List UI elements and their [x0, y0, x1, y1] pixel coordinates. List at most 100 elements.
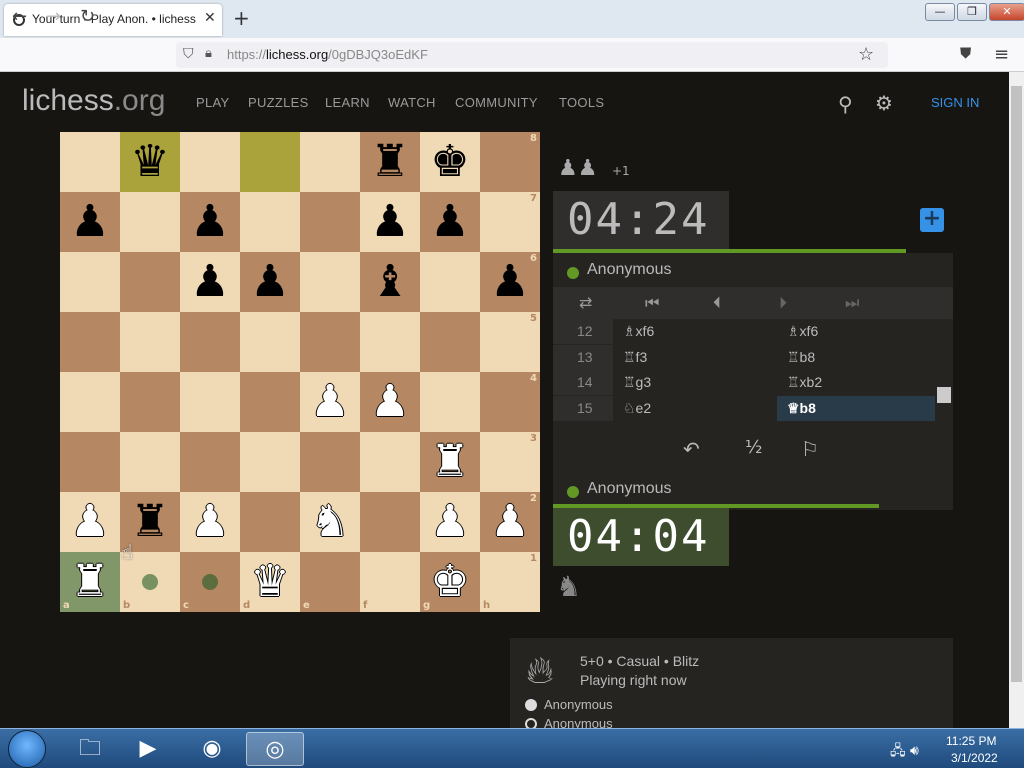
- menu-play[interactable]: PLAY: [196, 95, 229, 110]
- square-e3[interactable]: [300, 432, 360, 492]
- menu-watch[interactable]: WATCH: [388, 95, 436, 110]
- square-d3[interactable]: [240, 432, 300, 492]
- square-b6[interactable]: [120, 252, 180, 312]
- menu-community[interactable]: COMMUNITY: [455, 95, 538, 110]
- square-e4[interactable]: ♟: [300, 372, 360, 432]
- sign-in-link[interactable]: SIGN IN: [931, 95, 979, 110]
- url-text[interactable]: https://lichess.org/0gDBJQ3oEdKF: [227, 47, 428, 62]
- hamburger-menu-icon[interactable]: ≡: [994, 44, 1009, 65]
- last-move-icon[interactable]: ⏭: [845, 293, 859, 313]
- close-tab-icon[interactable]: ✕: [204, 10, 216, 26]
- square-g1[interactable]: ♚ g: [420, 552, 480, 612]
- square-d8[interactable]: [240, 132, 300, 192]
- square-h2[interactable]: ♟ 2: [480, 492, 540, 552]
- square-h4[interactable]: 4: [480, 372, 540, 432]
- prev-move-icon[interactable]: ⏴: [713, 293, 721, 313]
- square-h5[interactable]: 5: [480, 312, 540, 372]
- square-d1[interactable]: ♛ d: [240, 552, 300, 612]
- page-scroll-thumb[interactable]: [1011, 86, 1022, 682]
- square-f8[interactable]: ♜: [360, 132, 420, 192]
- resign-flag-icon[interactable]: ⚐: [801, 437, 819, 461]
- square-c1[interactable]: c: [180, 552, 240, 612]
- taskbar-time[interactable]: 11:25 PM: [946, 734, 996, 748]
- black-move[interactable]: ♕b8: [777, 395, 935, 421]
- black-rook-icon[interactable]: ♜: [370, 140, 409, 184]
- square-h7[interactable]: 7: [480, 192, 540, 252]
- square-f5[interactable]: [360, 312, 420, 372]
- square-d2[interactable]: [240, 492, 300, 552]
- pocket-icon[interactable]: ⛊: [960, 44, 971, 62]
- menu-learn[interactable]: LEARN: [325, 95, 370, 110]
- black-pawn-icon[interactable]: ♟: [190, 200, 229, 244]
- reload-icon[interactable]: ↻: [80, 6, 95, 27]
- black-move[interactable]: ♗xf6: [777, 319, 935, 344]
- next-move-icon[interactable]: ⏵: [779, 293, 787, 313]
- move-list-scroll-thumb[interactable]: [937, 387, 951, 403]
- square-g5[interactable]: [420, 312, 480, 372]
- square-g7[interactable]: ♟: [420, 192, 480, 252]
- square-a8[interactable]: [60, 132, 120, 192]
- taskbar-date[interactable]: 3/1/2022: [951, 751, 998, 765]
- black-pawn-icon[interactable]: ♟: [430, 200, 469, 244]
- square-c3[interactable]: [180, 432, 240, 492]
- square-b7[interactable]: [120, 192, 180, 252]
- white-rook-icon[interactable]: ♜: [430, 440, 469, 484]
- offer-draw-button[interactable]: ½: [745, 437, 762, 458]
- move-list-scrollbar[interactable]: [935, 321, 953, 419]
- flip-board-icon[interactable]: ⇄: [579, 293, 592, 312]
- chrome-icon[interactable]: ◉: [186, 732, 238, 766]
- square-f4[interactable]: ♟: [360, 372, 420, 432]
- square-e5[interactable]: [300, 312, 360, 372]
- white-player-name[interactable]: Anonymous: [544, 697, 613, 712]
- maximize-button[interactable]: ❐: [957, 3, 987, 21]
- square-g8[interactable]: ♚: [420, 132, 480, 192]
- square-c6[interactable]: ♟: [180, 252, 240, 312]
- back-arrow-icon[interactable]: ←: [12, 6, 27, 27]
- square-e8[interactable]: [300, 132, 360, 192]
- square-d7[interactable]: [240, 192, 300, 252]
- move-hint-dot[interactable]: [202, 574, 218, 590]
- square-b5[interactable]: [120, 312, 180, 372]
- black-pawn-icon[interactable]: ♟: [70, 200, 109, 244]
- square-a1[interactable]: ♜ a: [60, 552, 120, 612]
- square-c4[interactable]: [180, 372, 240, 432]
- takeback-icon[interactable]: ↶: [683, 437, 700, 461]
- square-b8[interactable]: ♛: [120, 132, 180, 192]
- black-rook-icon[interactable]: ♜: [130, 500, 169, 544]
- new-tab-button[interactable]: +: [233, 6, 250, 30]
- square-g4[interactable]: [420, 372, 480, 432]
- square-c2[interactable]: ♟: [180, 492, 240, 552]
- square-a2[interactable]: ♟: [60, 492, 120, 552]
- white-pawn-icon[interactable]: ♟: [370, 380, 409, 424]
- square-b3[interactable]: [120, 432, 180, 492]
- white-move[interactable]: ♖f3: [623, 345, 647, 370]
- square-e1[interactable]: e: [300, 552, 360, 612]
- white-king-icon[interactable]: ♚: [430, 560, 469, 604]
- square-a5[interactable]: [60, 312, 120, 372]
- white-rook-icon[interactable]: ♜: [70, 560, 109, 604]
- square-a7[interactable]: ♟: [60, 192, 120, 252]
- square-f3[interactable]: [360, 432, 420, 492]
- white-queen-icon[interactable]: ♛: [250, 560, 289, 604]
- black-pawn-icon[interactable]: ♟: [490, 260, 529, 304]
- square-a4[interactable]: [60, 372, 120, 432]
- white-pawn-icon[interactable]: ♟: [310, 380, 349, 424]
- square-g3[interactable]: ♜: [420, 432, 480, 492]
- start-button[interactable]: [8, 730, 46, 768]
- browser-tab[interactable]: Your turn - Play Anon. • lichess ✕: [4, 4, 222, 36]
- square-c5[interactable]: [180, 312, 240, 372]
- white-pawn-icon[interactable]: ♟: [430, 500, 469, 544]
- white-move[interactable]: ♗xf6: [623, 319, 654, 344]
- square-g6[interactable]: [420, 252, 480, 312]
- window-close-button[interactable]: ✕: [989, 3, 1024, 21]
- square-f1[interactable]: f: [360, 552, 420, 612]
- square-c8[interactable]: [180, 132, 240, 192]
- black-pawn-icon[interactable]: ♟: [250, 260, 289, 304]
- black-bishop-icon[interactable]: ♝: [370, 260, 409, 304]
- lock-icon[interactable]: 🔒︎: [205, 46, 212, 61]
- white-move[interactable]: ♘e2: [623, 396, 651, 421]
- square-h1[interactable]: 1h: [480, 552, 540, 612]
- minimize-button[interactable]: —: [925, 3, 955, 21]
- tray-icons[interactable]: 🖧 🔊︎: [890, 740, 919, 764]
- media-player-icon[interactable]: ▶: [122, 732, 174, 766]
